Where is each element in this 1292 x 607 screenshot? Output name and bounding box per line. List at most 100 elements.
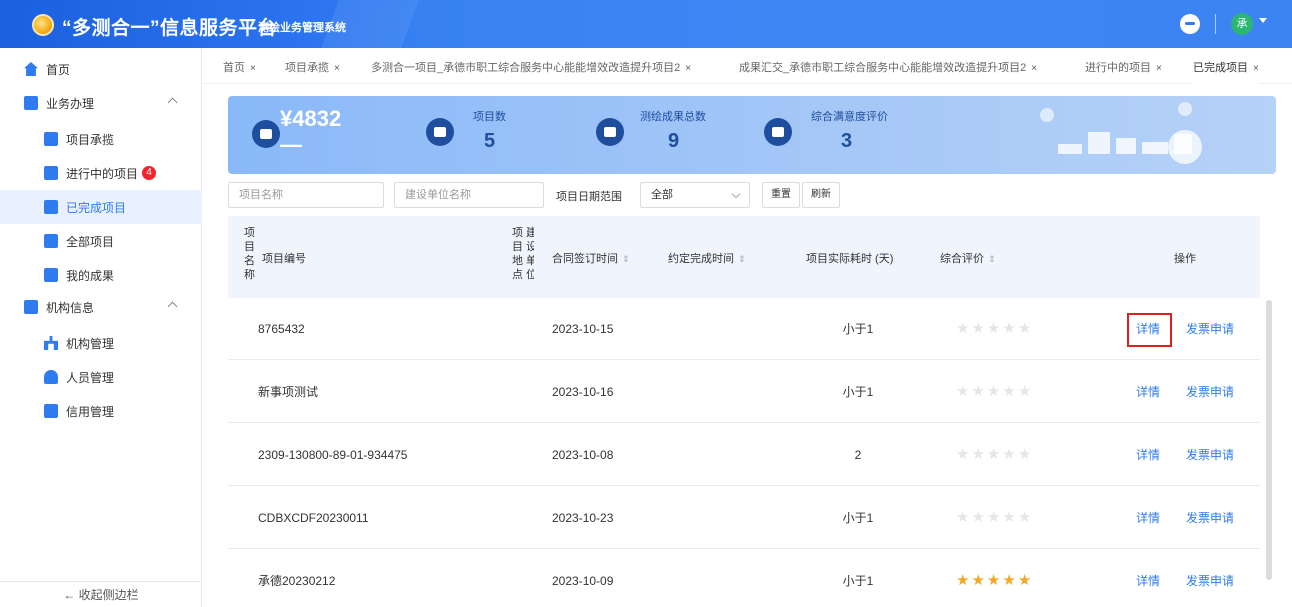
star-icon: ★: [1002, 446, 1018, 463]
project-code-cell: 承德20230212: [258, 574, 336, 588]
sign-date-cell: 2023-10-09: [552, 574, 614, 588]
date-range-select[interactable]: 全部: [640, 182, 750, 208]
project-bid-icon: [44, 132, 58, 146]
star-icon: ★: [1002, 572, 1018, 589]
user-icon: [44, 370, 58, 384]
tab-in-progress[interactable]: 进行中的项目 ×: [1085, 52, 1162, 84]
invoice-apply-link[interactable]: 发票申请: [1186, 550, 1234, 607]
tab-label: 首页: [223, 62, 245, 74]
builder-name-input[interactable]: 建设单位名称: [394, 182, 544, 208]
project-code-cell: 2309-130800-89-01-934475: [258, 448, 408, 462]
project-code-cell: CDBXCDF20230011: [258, 511, 369, 525]
star-icon: ★: [971, 446, 987, 463]
table-scrollbar[interactable]: [1266, 300, 1272, 580]
column-header-project-code: 项目编号: [262, 253, 306, 265]
star-icon: ★: [986, 572, 1003, 589]
column-header-sign-date[interactable]: 合同签订时间 ⇕: [552, 250, 630, 266]
sidebar-group-org[interactable]: 机构信息: [0, 290, 202, 324]
in-progress-icon: [44, 166, 58, 180]
actual-days-cell: 小于1: [842, 385, 874, 399]
message-icon[interactable]: [1180, 14, 1200, 34]
tab-multi-survey-project[interactable]: 多测合一项目_承德市职工综合服务中心能能增效改造提升项目2 ×: [371, 52, 691, 84]
invoice-apply-link[interactable]: 发票申请: [1186, 487, 1234, 549]
star-icon: ★: [956, 320, 972, 337]
result-total-icon: [596, 118, 624, 146]
actual-days-cell: 小于1: [842, 574, 874, 588]
invoice-apply-link[interactable]: 发票申请: [1186, 361, 1234, 423]
money-icon: [252, 120, 280, 148]
satisfaction-label: 综合满意度评价: [811, 111, 888, 123]
rating-stars: ★★★★★: [956, 487, 1033, 549]
sidebar-group-business[interactable]: 业务办理: [0, 86, 202, 120]
sidebar-item-label: 项目承揽: [66, 132, 115, 147]
sidebar-group-label: 业务办理: [46, 96, 95, 111]
tab-completed[interactable]: 已完成项目 ×: [1193, 52, 1259, 84]
column-header-project-location: 项目地点: [512, 227, 523, 281]
tab-result-submit[interactable]: 成果汇交_承德市职工综合服务中心能能增效改造提升项目2 ×: [739, 52, 1037, 84]
sidebar-item-label: 机构管理: [66, 336, 115, 351]
result-total-value: 9: [668, 130, 680, 152]
sidebar-item-project-bid[interactable]: 项目承揽: [0, 122, 202, 156]
in-progress-count-badge: 4: [142, 166, 157, 180]
sidebar-item-completed[interactable]: 已完成项目: [0, 190, 202, 224]
star-icon: ★: [986, 383, 1003, 400]
star-icon: ★: [1017, 320, 1034, 337]
reset-button[interactable]: 重置: [762, 182, 800, 208]
detail-link[interactable]: 详情: [1136, 487, 1160, 549]
sidebar-item-my-results[interactable]: 我的成果: [0, 258, 202, 292]
sidebar-item-credit-manage[interactable]: 信用管理: [0, 394, 202, 428]
project-count-icon: [426, 118, 454, 146]
tab-home[interactable]: 首页 ×: [223, 52, 256, 84]
tab-label: 多测合一项目_承德市职工综合服务中心能能增效改造提升项目2: [371, 62, 681, 74]
all-projects-icon: [44, 234, 58, 248]
detail-link[interactable]: 详情: [1136, 361, 1160, 423]
user-menu-chevron-down-icon[interactable]: [1259, 18, 1267, 23]
sidebar-item-in-progress[interactable]: 进行中的项目 4: [0, 156, 202, 190]
star-icon: ★: [986, 509, 1003, 526]
chevron-down-icon: [731, 189, 741, 199]
refresh-button[interactable]: 刷新: [802, 182, 840, 208]
sign-date-cell: 2023-10-08: [552, 448, 614, 462]
project-name-input[interactable]: 项目名称: [228, 182, 384, 208]
sort-icon: ⇕: [988, 254, 996, 264]
detail-link[interactable]: 详情: [1136, 424, 1160, 486]
tab-label: 进行中的项目: [1085, 62, 1151, 74]
close-icon[interactable]: ×: [1031, 63, 1037, 74]
sidebar-item-org-manage[interactable]: 机构管理: [0, 326, 202, 360]
user-avatar[interactable]: 承: [1231, 13, 1253, 35]
star-icon: ★: [1017, 509, 1034, 526]
detail-link[interactable]: 详情: [1136, 550, 1160, 607]
organization-icon: [24, 300, 38, 314]
column-header-due-date[interactable]: 约定完成时间 ⇕: [668, 250, 746, 266]
close-icon[interactable]: ×: [250, 63, 256, 74]
project-count-value: 5: [484, 130, 496, 152]
project-code-cell: 8765432: [258, 322, 305, 336]
table-header: 项目名称 项目编号 项目地点 建设单位 合同签订时间 ⇕ 约定完成时间 ⇕ 项目实际…: [228, 216, 1260, 298]
sort-icon: ⇕: [622, 254, 630, 264]
platform-logo-icon: [32, 14, 54, 36]
close-icon[interactable]: ×: [1253, 63, 1259, 74]
satisfaction-icon: [764, 118, 792, 146]
invoice-apply-link[interactable]: 发票申请: [1186, 424, 1234, 486]
star-icon: ★: [1017, 383, 1034, 400]
invoice-apply-link[interactable]: 发票申请: [1186, 298, 1234, 360]
close-icon[interactable]: ×: [334, 63, 340, 74]
project-code-cell: 新事项测试: [258, 385, 319, 399]
close-icon[interactable]: ×: [1156, 63, 1162, 74]
sidebar-item-all-projects[interactable]: 全部项目: [0, 224, 202, 258]
result-total-label: 测绘成果总数: [640, 111, 706, 123]
total-amount-value: ¥4832: [280, 106, 342, 131]
close-icon[interactable]: ×: [685, 63, 691, 74]
sidebar-item-label: 全部项目: [66, 234, 115, 249]
collapse-sidebar-button[interactable]: ← 收起侧边栏: [0, 581, 202, 607]
stats-banner: ¥4832 — 项目数 5 测绘成果总数 9 综合满意度评价 3: [228, 96, 1276, 174]
column-header-rating[interactable]: 综合评价 ⇕: [940, 250, 996, 266]
sidebar: 首页 业务办理 项目承揽 进行中的项目 4 已完成项目 全部项目 我的成果 机构…: [0, 48, 202, 607]
sidebar-item-home[interactable]: 首页: [0, 52, 202, 86]
tab-project-bid[interactable]: 项目承揽 ×: [285, 52, 340, 84]
table-row: 8765432 2023-10-15 小于1 ★★★★★ 详情 发票申请: [228, 298, 1260, 360]
tab-label: 成果汇交_承德市职工综合服务中心能能增效改造提升项目2: [739, 62, 1027, 74]
banner-orb: [1168, 130, 1202, 164]
sidebar-item-staff-manage[interactable]: 人员管理: [0, 360, 202, 394]
table-row: 承德20230212 2023-10-09 小于1 ★★★★★ 详情 发票申请: [228, 550, 1260, 607]
